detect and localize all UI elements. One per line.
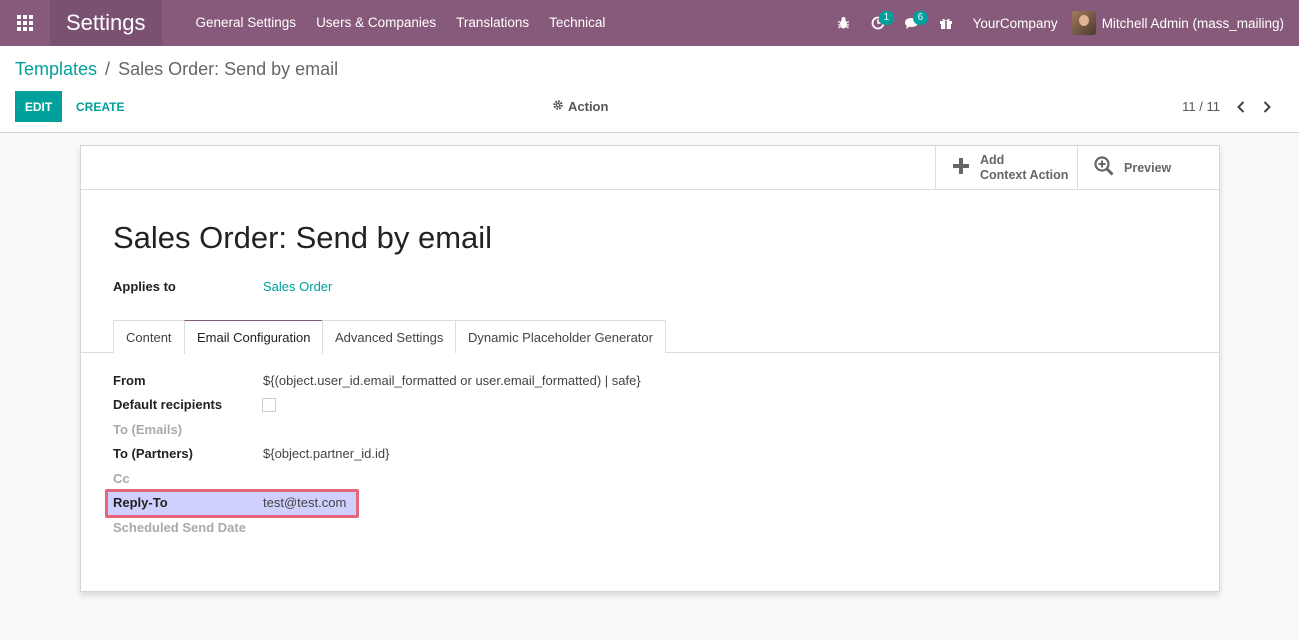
breadcrumb-templates-link[interactable]: Templates <box>15 59 97 80</box>
main-menu: General Settings Users & Companies Trans… <box>186 0 616 46</box>
user-menu[interactable]: Mitchell Admin (mass_mailing) <box>1102 16 1284 31</box>
edit-button[interactable]: EDIT <box>15 91 62 122</box>
menu-general-settings[interactable]: General Settings <box>186 0 307 46</box>
plus-icon <box>952 157 970 178</box>
button-box: Add Context Action Preview <box>81 146 1219 190</box>
breadcrumb-separator: / <box>105 59 111 79</box>
pager-value[interactable]: 11 / 11 <box>1182 91 1220 122</box>
default-recipients-checkbox[interactable] <box>262 398 276 412</box>
tab-dynamic-placeholder-generator[interactable]: Dynamic Placeholder Generator <box>455 320 666 353</box>
top-navbar: Settings General Settings Users & Compan… <box>0 0 1299 46</box>
preview-label: Preview <box>1124 160 1172 175</box>
company-switcher[interactable]: YourCompany <box>973 16 1058 31</box>
control-panel: Templates / Sales Order: Send by email E… <box>0 46 1299 133</box>
add-context-action-button[interactable]: Add Context Action <box>935 146 1077 189</box>
pager-arrows <box>1225 91 1277 122</box>
context-action-line1: Add <box>980 152 1005 167</box>
applies-to-link[interactable]: Sales Order <box>263 279 332 294</box>
activity-clock-icon[interactable]: 1 <box>867 0 895 46</box>
cc-label: Cc <box>113 471 130 486</box>
systray: 1 6 YourCompany Mitchell Admin (mass_mai… <box>827 0 1299 46</box>
scheduled-send-date-label: Scheduled Send Date <box>113 520 246 535</box>
menu-translations[interactable]: Translations <box>446 0 539 46</box>
messages-icon[interactable]: 6 <box>901 0 929 46</box>
menu-technical[interactable]: Technical <box>539 0 615 46</box>
preview-button[interactable]: Preview <box>1077 146 1219 189</box>
to-partners-value: ${object.partner_id.id} <box>263 446 390 461</box>
tab-advanced-settings[interactable]: Advanced Settings <box>322 320 457 353</box>
action-label: Action <box>568 99 609 114</box>
from-label: From <box>113 373 146 388</box>
reply-to-value: test@test.com <box>263 495 347 510</box>
to-emails-label: To (Emails) <box>113 422 183 437</box>
gear-icon <box>552 99 564 114</box>
to-partners-label: To (Partners) <box>113 446 193 461</box>
breadcrumb-current: Sales Order: Send by email <box>118 59 339 79</box>
create-button[interactable]: CREATE <box>68 91 132 122</box>
reply-to-label: Reply-To <box>113 495 168 510</box>
app-title[interactable]: Settings <box>50 0 162 46</box>
record-title: Sales Order: Send by email <box>113 220 493 255</box>
chevron-right-icon[interactable] <box>1257 100 1277 113</box>
breadcrumb: Templates / Sales Order: Send by email <box>15 59 338 80</box>
zoom-in-icon <box>1094 156 1114 179</box>
chevron-left-icon[interactable] <box>1231 100 1251 113</box>
apps-menu-icon[interactable] <box>0 0 50 46</box>
action-dropdown[interactable]: Action <box>552 91 608 122</box>
notebook-tabs: Content Email Configuration Advanced Set… <box>81 320 1219 354</box>
user-avatar[interactable] <box>1071 11 1096 35</box>
tab-content[interactable]: Content <box>113 320 185 353</box>
default-recipients-label: Default recipients <box>113 397 223 412</box>
form-sheet: Add Context Action Preview Sales Order: … <box>80 145 1220 592</box>
bug-icon[interactable] <box>833 0 855 46</box>
menu-users-companies[interactable]: Users & Companies <box>306 0 446 46</box>
messages-badge: 6 <box>912 11 929 25</box>
from-value: ${(object.user_id.email_formatted or use… <box>263 373 641 388</box>
applies-to-label: Applies to <box>113 279 176 294</box>
activity-badge: 1 <box>878 11 895 25</box>
gift-icon[interactable] <box>935 0 957 46</box>
context-action-line2: Context Action <box>980 167 1069 182</box>
tab-email-configuration[interactable]: Email Configuration <box>184 320 324 354</box>
